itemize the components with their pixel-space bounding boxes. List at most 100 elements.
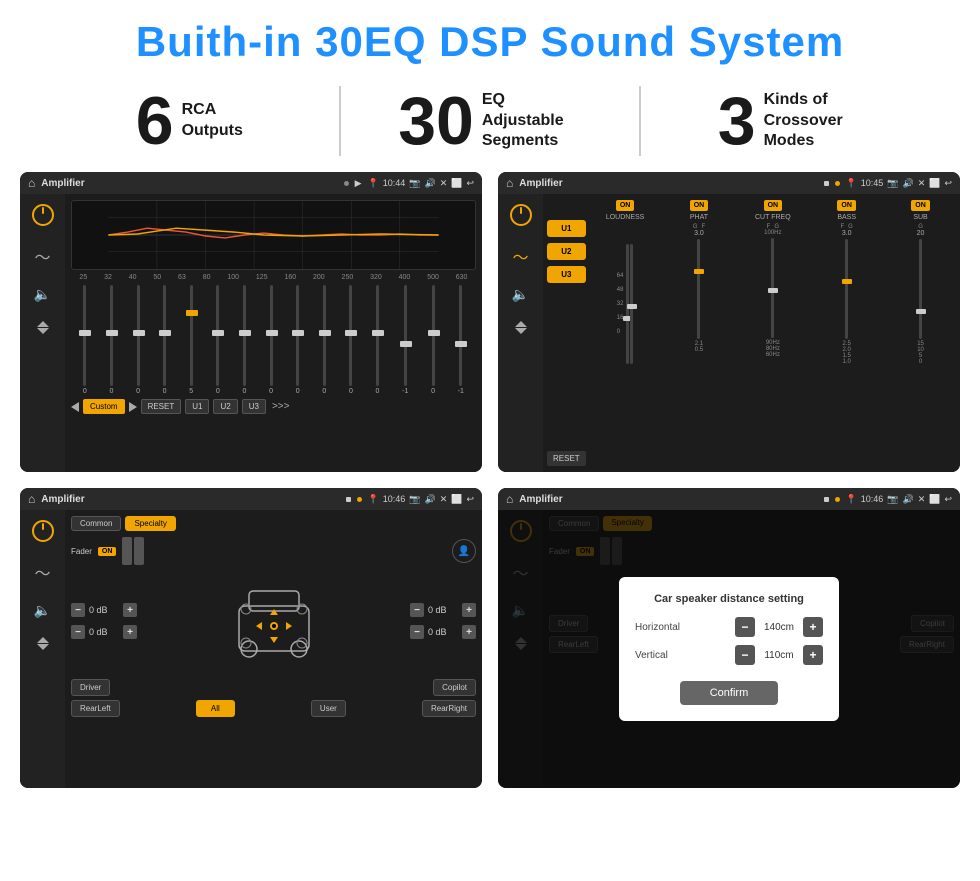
eq-slider-8[interactable]: 0 bbox=[269, 285, 273, 395]
reset-button-eq[interactable]: RESET bbox=[141, 399, 182, 414]
sub-toggle[interactable]: ON bbox=[911, 200, 930, 211]
vol-val-4: 0 dB bbox=[428, 627, 458, 637]
fader-slider-1[interactable] bbox=[122, 537, 132, 565]
horizontal-label: Horizontal bbox=[635, 622, 680, 633]
eq-slider-5[interactable]: 5 bbox=[189, 285, 193, 395]
common-tab[interactable]: Common bbox=[71, 516, 121, 531]
fader-label: Fader bbox=[71, 547, 92, 556]
eq-slider-3[interactable]: 0 bbox=[136, 285, 140, 395]
custom-button[interactable]: Custom bbox=[83, 399, 125, 414]
minus-btn-2[interactable]: − bbox=[71, 625, 85, 639]
specialty-tab[interactable]: Specialty bbox=[125, 516, 175, 531]
phat-toggle[interactable]: ON bbox=[690, 200, 709, 211]
cross-bottom-btns-2: RearLeft All User RearRight bbox=[71, 700, 476, 717]
minus-btn-3[interactable]: − bbox=[410, 603, 424, 617]
loudness-sliders: 64 48 32 16 0 bbox=[617, 224, 634, 384]
user-btn[interactable]: User bbox=[311, 700, 346, 717]
eq-slider-6[interactable]: 0 bbox=[216, 285, 220, 395]
horizontal-controls: − 140cm + bbox=[735, 617, 823, 637]
amp2-wave-icon: 〜 bbox=[512, 244, 528, 268]
u3-button-eq[interactable]: U3 bbox=[242, 399, 266, 414]
phat-label: PHAT bbox=[690, 214, 708, 221]
amp2-knob-icon[interactable] bbox=[510, 204, 532, 226]
crossover-screen: ⌂ Amplifier 📍 10:46 📷 🔊 ✕ ⬜ ↩ 〜 🔈 bbox=[20, 488, 482, 788]
rearright-btn[interactable]: RearRight bbox=[422, 700, 476, 717]
bass-col: ON BASS FG 3.0 2.5 2.0 1.5 bbox=[811, 200, 882, 466]
horizontal-minus-btn[interactable]: − bbox=[735, 617, 755, 637]
eq-slider-1[interactable]: 0 bbox=[83, 285, 87, 395]
plus-btn-1[interactable]: + bbox=[123, 603, 137, 617]
amp2-presets: U1 U2 U3 RESET bbox=[547, 200, 586, 466]
u1-button-eq[interactable]: U1 bbox=[185, 399, 209, 414]
stat-rca-text: RCAOutputs bbox=[182, 100, 243, 142]
eq-slider-4[interactable]: 0 bbox=[163, 285, 167, 395]
cutfreq-slider[interactable] bbox=[771, 238, 774, 338]
loudness-col: ON LOUDNESS 64 48 32 16 0 bbox=[590, 200, 661, 466]
phat-slider[interactable] bbox=[697, 239, 700, 339]
vertical-plus-btn[interactable]: + bbox=[803, 645, 823, 665]
stat-rca-number: 6 bbox=[136, 87, 174, 155]
u1-preset[interactable]: U1 bbox=[547, 220, 586, 237]
eq-slider-9[interactable]: 0 bbox=[296, 285, 300, 395]
eq-slider-14[interactable]: 0 bbox=[431, 285, 435, 395]
plus-btn-2[interactable]: + bbox=[123, 625, 137, 639]
eq-slider-12[interactable]: 0 bbox=[376, 285, 380, 395]
right-vol-controls: − 0 dB + − 0 dB + bbox=[410, 603, 476, 639]
eq-slider-15[interactable]: -1 bbox=[458, 285, 464, 395]
on-badge: ON bbox=[98, 547, 117, 556]
phat-col: ON PHAT GF 3.0 2.1 0.5 bbox=[664, 200, 735, 466]
dialog-box: Car speaker distance setting Horizontal … bbox=[619, 577, 839, 721]
eq-slider-7[interactable]: 0 bbox=[243, 285, 247, 395]
loudness-slider2-track[interactable] bbox=[630, 244, 633, 364]
plus-btn-4[interactable]: + bbox=[462, 625, 476, 639]
vol-row-4: − 0 dB + bbox=[410, 625, 476, 639]
sub-col: ON SUB G 20 15 10 5 0 bbox=[885, 200, 956, 466]
screen-title-1: Amplifier bbox=[41, 178, 337, 189]
home-icon-1: ⌂ bbox=[28, 176, 35, 190]
eq-slider-10[interactable]: 0 bbox=[322, 285, 326, 395]
amp2-main: U1 U2 U3 RESET ON LOUDNESS bbox=[543, 194, 960, 472]
u3-preset[interactable]: U3 bbox=[547, 266, 586, 283]
cross-main-row: − 0 dB + − 0 dB + bbox=[71, 571, 476, 671]
dialog-overlay: Car speaker distance setting Horizontal … bbox=[498, 510, 960, 788]
bass-toggle[interactable]: ON bbox=[837, 200, 856, 211]
driver-btn[interactable]: Driver bbox=[71, 679, 110, 696]
eq-screen: ⌂ Amplifier ▶ 📍 10:44 📷 🔊 ✕ ⬜ ↩ 〜 🔈 bbox=[20, 172, 482, 472]
fader-row: Fader ON 👤 bbox=[71, 537, 476, 565]
eq-knob-icon[interactable] bbox=[32, 204, 54, 226]
horizontal-plus-btn[interactable]: + bbox=[803, 617, 823, 637]
loudness-toggle[interactable]: ON bbox=[616, 200, 635, 211]
next-button[interactable] bbox=[129, 402, 137, 412]
dot-icon-1 bbox=[344, 181, 349, 186]
minus-btn-1[interactable]: − bbox=[71, 603, 85, 617]
dialog-screen: ⌂ Amplifier 📍 10:46 📷 🔊 ✕ ⬜ ↩ 〜 🔈 bbox=[498, 488, 960, 788]
eq-slider-13[interactable]: -1 bbox=[402, 285, 408, 395]
all-btn[interactable]: All bbox=[196, 700, 235, 717]
eq-screen-body: 〜 🔈 bbox=[20, 194, 482, 472]
eq-slider-2[interactable]: 0 bbox=[109, 285, 113, 395]
minus-btn-4[interactable]: − bbox=[410, 625, 424, 639]
fader-slider-2[interactable] bbox=[134, 537, 144, 565]
bass-slider[interactable] bbox=[845, 239, 848, 339]
home-icon-2: ⌂ bbox=[506, 176, 513, 190]
horizontal-value: 140cm bbox=[759, 622, 799, 633]
home-icon-3: ⌂ bbox=[28, 492, 35, 506]
copilot-btn[interactable]: Copilot bbox=[433, 679, 476, 696]
dot-icon-4a bbox=[824, 497, 829, 502]
stat-eq: 30 EQ AdjustableSegments bbox=[341, 87, 640, 155]
bass-label: BASS bbox=[837, 214, 856, 221]
u2-preset[interactable]: U2 bbox=[547, 243, 586, 260]
rearleft-btn[interactable]: RearLeft bbox=[71, 700, 120, 717]
prev-button[interactable] bbox=[71, 402, 79, 412]
dot-icon-3b bbox=[357, 497, 362, 502]
eq-slider-11[interactable]: 0 bbox=[349, 285, 353, 395]
confirm-button[interactable]: Confirm bbox=[680, 681, 779, 705]
cross-knob-icon[interactable] bbox=[32, 520, 54, 542]
reset-btn-amp2[interactable]: RESET bbox=[547, 451, 586, 466]
sub-slider[interactable] bbox=[919, 239, 922, 339]
plus-btn-3[interactable]: + bbox=[462, 603, 476, 617]
vertical-minus-btn[interactable]: − bbox=[735, 645, 755, 665]
cutfreq-toggle[interactable]: ON bbox=[764, 200, 783, 211]
u2-button-eq[interactable]: U2 bbox=[213, 399, 237, 414]
screen-icons-4: 📍 10:46 📷 🔊 ✕ ⬜ ↩ bbox=[846, 494, 953, 505]
